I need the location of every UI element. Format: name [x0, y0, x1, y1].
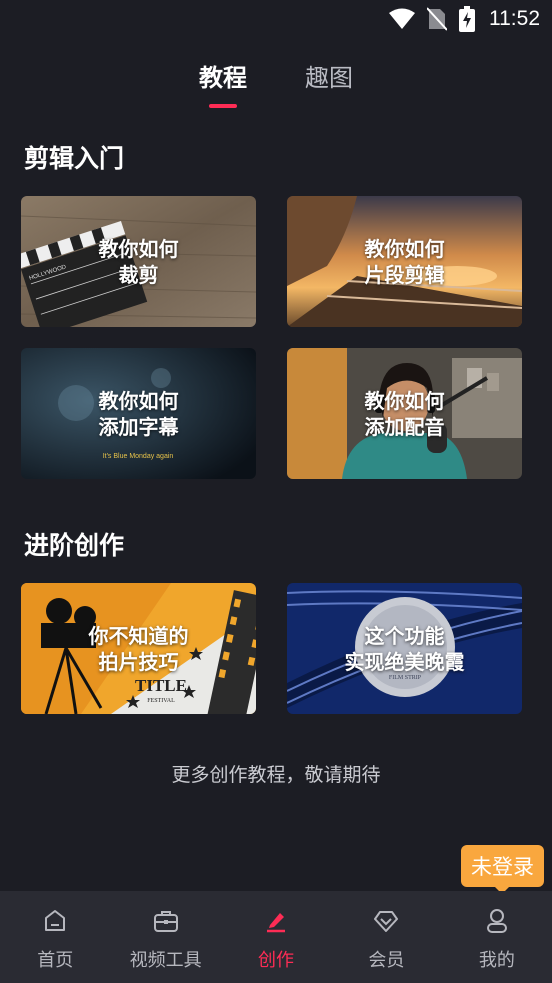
card-title-line2: 拍片技巧 [98, 649, 179, 674]
section-title-basics: 剪辑入门 [24, 144, 125, 173]
home-icon [41, 907, 69, 935]
card-text: 你不知道的 拍片技巧 [21, 583, 256, 714]
tab-fun-images[interactable]: 趣图 [305, 56, 353, 110]
tutorial-card-shooting-tips[interactable]: TITLE FESTIVAL 你不知道的 拍片技巧 [21, 583, 256, 714]
nav-label: 视频工具 [129, 950, 202, 971]
card-text: 教你如何 片段剪辑 [287, 196, 522, 327]
card-text: 这个功能 实现绝美晚霞 [287, 583, 522, 714]
tutorial-card-crop[interactable]: HOLLYWOOD 教你如何 裁剪 [21, 196, 256, 327]
tutorial-card-voiceover[interactable]: 教你如何 添加配音 [287, 348, 522, 479]
battery-charging-icon [459, 6, 475, 32]
card-title-line1: 教你如何 [98, 388, 179, 413]
card-title-line1: 教你如何 [364, 236, 445, 261]
toolbox-icon [152, 907, 180, 935]
not-logged-in-tooltip[interactable]: 未登录 [461, 845, 544, 894]
nav-profile[interactable]: 我的 [442, 891, 552, 983]
no-sim-icon [427, 7, 447, 31]
card-text: 教你如何 裁剪 [21, 196, 256, 327]
nav-label: 首页 [37, 950, 74, 971]
card-text: 教你如何 添加配音 [287, 348, 522, 479]
card-text: 教你如何 添加字幕 [21, 348, 256, 479]
wifi-icon [389, 8, 415, 29]
tab-tutorial[interactable]: 教程 [199, 56, 247, 110]
card-title-line1: 教你如何 [364, 388, 445, 413]
nav-video-tools[interactable]: 视频工具 [110, 891, 220, 983]
tutorial-card-subtitles[interactable]: It's Blue Monday again 教你如何 添加字幕 [21, 348, 256, 479]
pen-icon [262, 907, 290, 935]
nav-home[interactable]: 首页 [0, 891, 110, 983]
card-title-line1: 教你如何 [98, 236, 179, 261]
more-coming-text: 更多创作教程，敬请期待 [171, 764, 381, 786]
section-title-advanced: 进阶创作 [24, 531, 125, 560]
status-time: 11:52 [489, 7, 540, 30]
nav-membership[interactable]: 会员 [331, 891, 441, 983]
card-title-line2: 裁剪 [118, 262, 159, 287]
card-title-line2: 片段剪辑 [364, 262, 445, 287]
card-title-line2: 实现绝美晚霞 [344, 649, 465, 674]
tutorial-card-segment-edit[interactable]: 教你如何 片段剪辑 [287, 196, 522, 327]
card-title-line2: 添加字幕 [98, 414, 179, 439]
card-title-line1: 这个功能 [364, 623, 445, 648]
nav-label: 会员 [368, 950, 405, 971]
bottom-nav: 首页 视频工具 创作 会员 我的 [0, 891, 552, 983]
top-tabs: 教程 趣图 [0, 56, 552, 110]
nav-label: 创作 [258, 950, 295, 971]
user-icon [483, 907, 511, 935]
card-title-line1: 你不知道的 [88, 623, 189, 648]
status-bar: 11:52 [0, 0, 552, 38]
card-title-line2: 添加配音 [364, 414, 445, 439]
diamond-icon [372, 907, 400, 935]
nav-label: 我的 [478, 950, 515, 971]
tutorial-card-sunset-effect[interactable]: FILM STRIP 这个功能 实现绝美晚霞 [287, 583, 522, 714]
nav-create[interactable]: 创作 [221, 891, 331, 983]
